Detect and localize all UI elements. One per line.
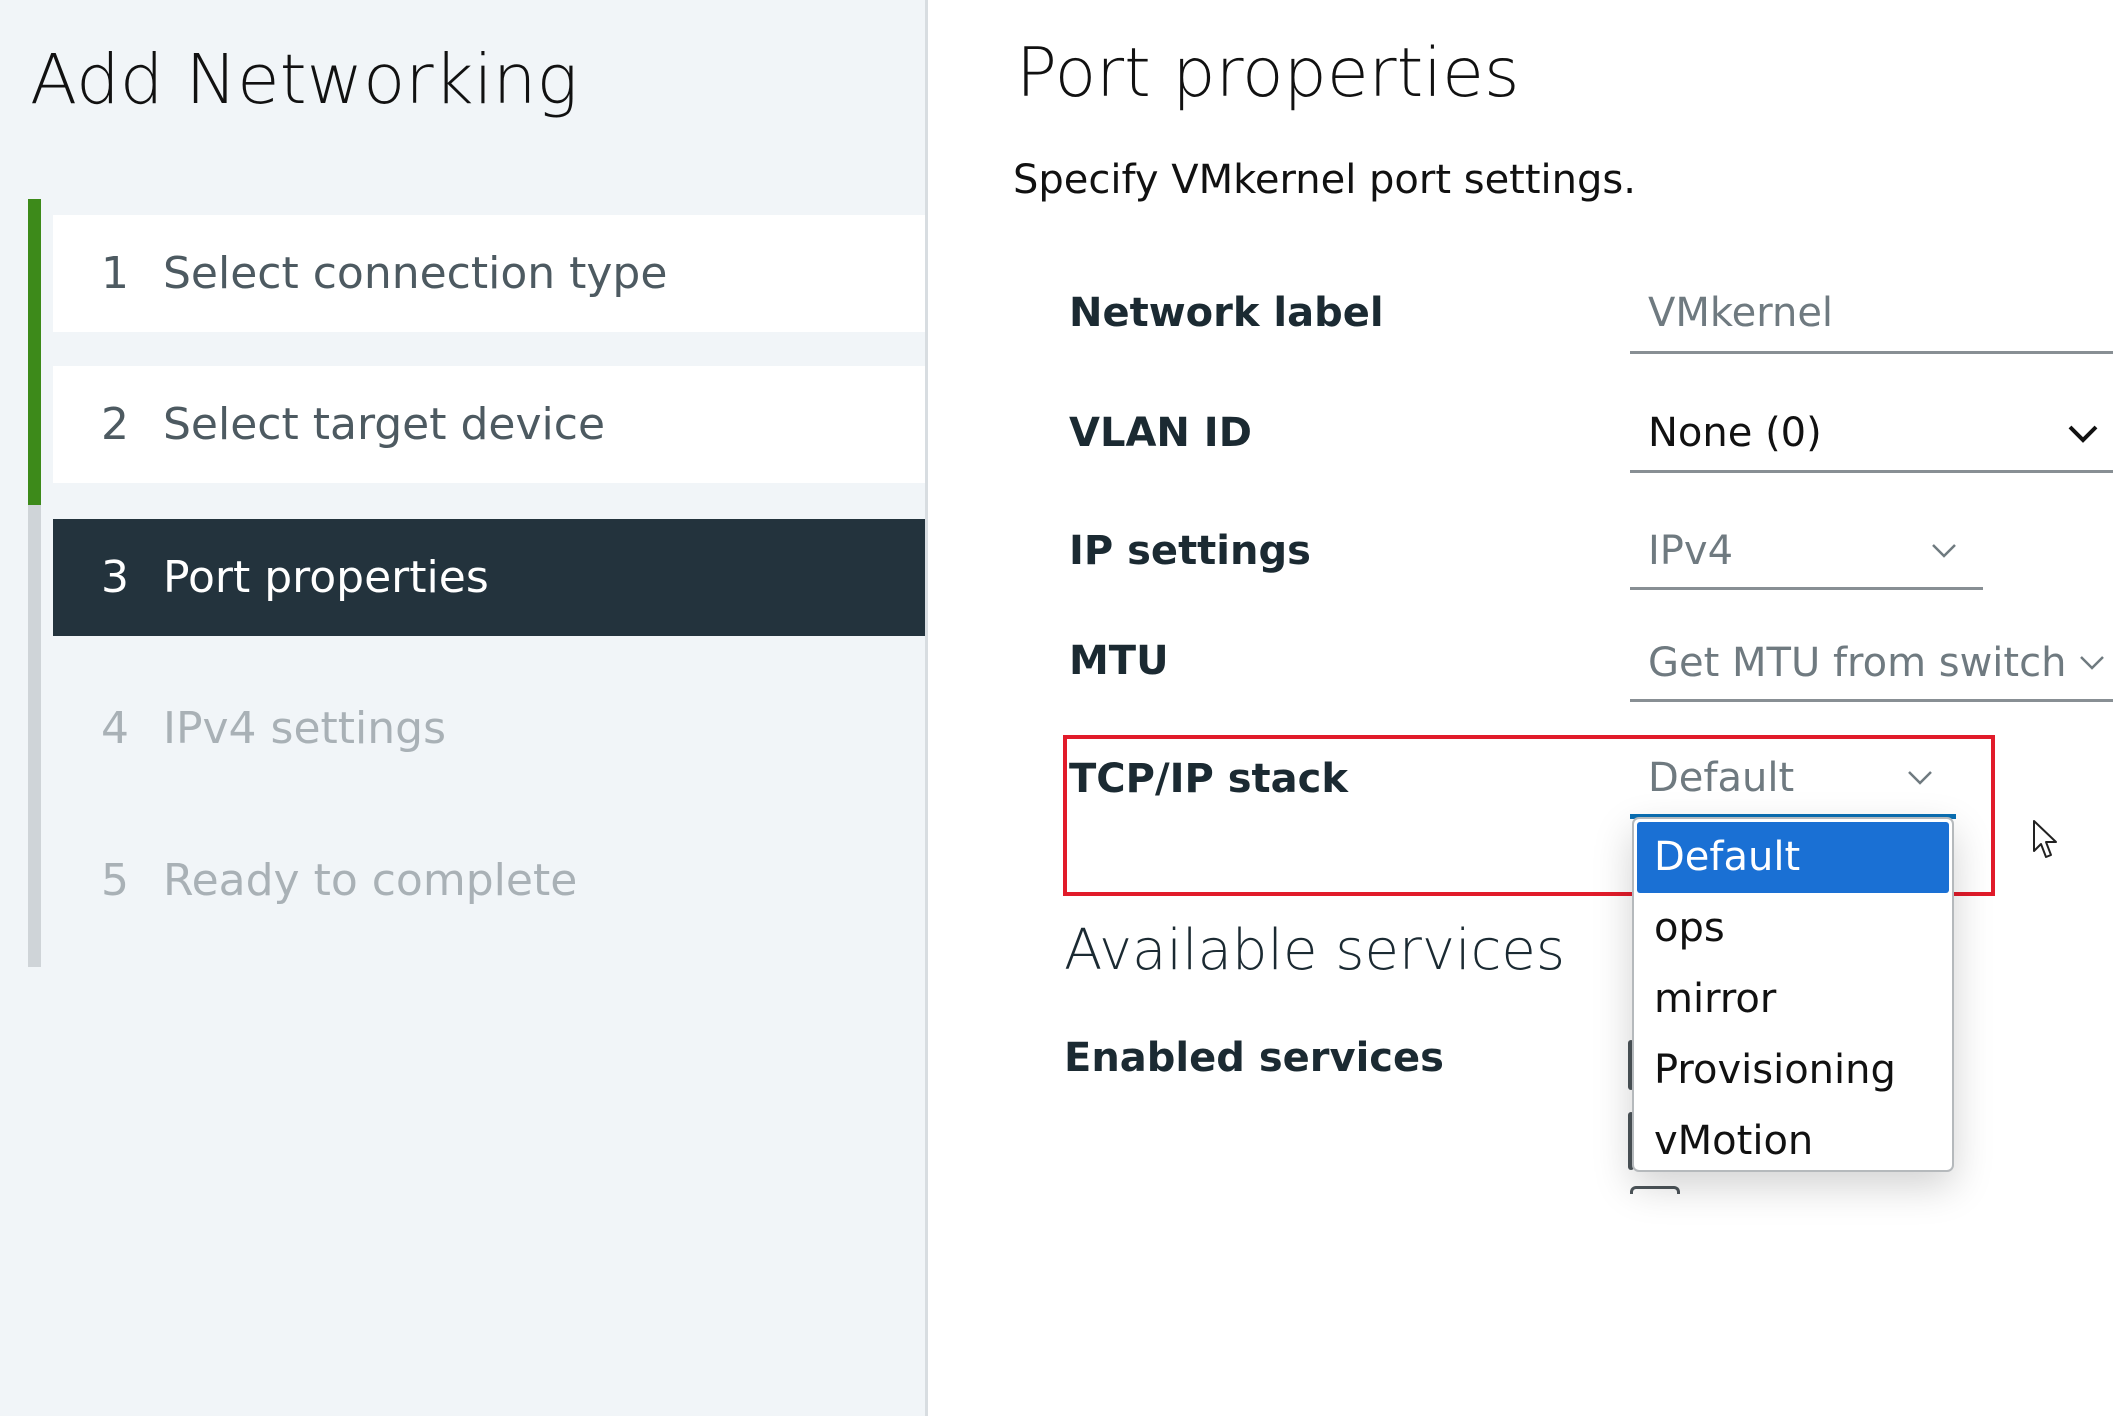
tcpip-stack-select[interactable]: Default bbox=[1630, 755, 1956, 819]
vlan-id-select[interactable]: None (0) bbox=[1630, 410, 2113, 473]
step-label: Ready to complete bbox=[163, 855, 578, 906]
mtu-value: Get MTU from switch bbox=[1648, 640, 2067, 686]
vlan-id-value: None (0) bbox=[1648, 410, 1822, 456]
step-label: Select connection type bbox=[163, 248, 668, 299]
step-number: 2 bbox=[101, 399, 129, 450]
tcpip-stack-options: Default ops mirror Provisioning vMotion bbox=[1632, 817, 1954, 1172]
enabled-services-label: Enabled services bbox=[1064, 1035, 1444, 1081]
page-subtitle: Specify VMkernel port settings. bbox=[1013, 157, 1636, 203]
chevron-down-icon bbox=[1932, 544, 1956, 558]
option-mirror[interactable]: mirror bbox=[1634, 964, 1952, 1035]
service-checkbox[interactable] bbox=[1630, 1186, 1680, 1194]
option-provisioning[interactable]: Provisioning bbox=[1634, 1035, 1952, 1106]
step-label: IPv4 settings bbox=[163, 703, 446, 754]
wizard-step-3[interactable]: 3 Port properties bbox=[53, 519, 925, 636]
option-ops[interactable]: ops bbox=[1634, 893, 1952, 964]
progress-rail-complete bbox=[28, 199, 41, 505]
chevron-down-icon bbox=[2080, 656, 2104, 670]
mtu-select[interactable]: Get MTU from switch bbox=[1630, 640, 2113, 702]
tcpip-stack-value: Default bbox=[1648, 755, 1795, 801]
network-label-label: Network label bbox=[1069, 290, 1384, 336]
wizard-title: Add Networking bbox=[30, 40, 578, 120]
step-label: Select target device bbox=[163, 399, 606, 450]
wizard-step-5: 5 Ready to complete bbox=[53, 822, 925, 939]
network-label-input[interactable]: VMkernel bbox=[1630, 290, 2113, 354]
network-label-placeholder: VMkernel bbox=[1648, 290, 1834, 336]
ip-settings-value: IPv4 bbox=[1648, 528, 1734, 574]
wizard-step-1[interactable]: 1 Select connection type bbox=[53, 215, 925, 332]
option-vmotion[interactable]: vMotion bbox=[1634, 1106, 1952, 1170]
ip-settings-select[interactable]: IPv4 bbox=[1630, 528, 1983, 590]
page-title: Port properties bbox=[1016, 34, 1520, 113]
ip-settings-label: IP settings bbox=[1069, 528, 1311, 574]
chevron-down-icon bbox=[2068, 425, 2098, 443]
wizard-step-4: 4 IPv4 settings bbox=[53, 670, 925, 787]
mouse-pointer-icon bbox=[2033, 820, 2057, 858]
mtu-label: MTU bbox=[1069, 638, 1169, 684]
tcpip-stack-label: TCP/IP stack bbox=[1069, 756, 1348, 802]
wizard-sidebar: Add Networking 1 Select connection type … bbox=[0, 0, 928, 1416]
option-default[interactable]: Default bbox=[1637, 822, 1949, 893]
chevron-down-icon bbox=[1908, 771, 1932, 785]
step-number: 1 bbox=[101, 248, 129, 299]
step-number: 3 bbox=[101, 552, 129, 603]
vlan-id-label: VLAN ID bbox=[1069, 410, 1252, 456]
step-number: 5 bbox=[101, 855, 129, 906]
step-label: Port properties bbox=[163, 552, 489, 603]
step-number: 4 bbox=[101, 703, 129, 754]
available-services-heading: Available services bbox=[1064, 918, 1566, 983]
progress-rail-pending bbox=[28, 505, 41, 967]
wizard-step-2[interactable]: 2 Select target device bbox=[53, 366, 925, 483]
